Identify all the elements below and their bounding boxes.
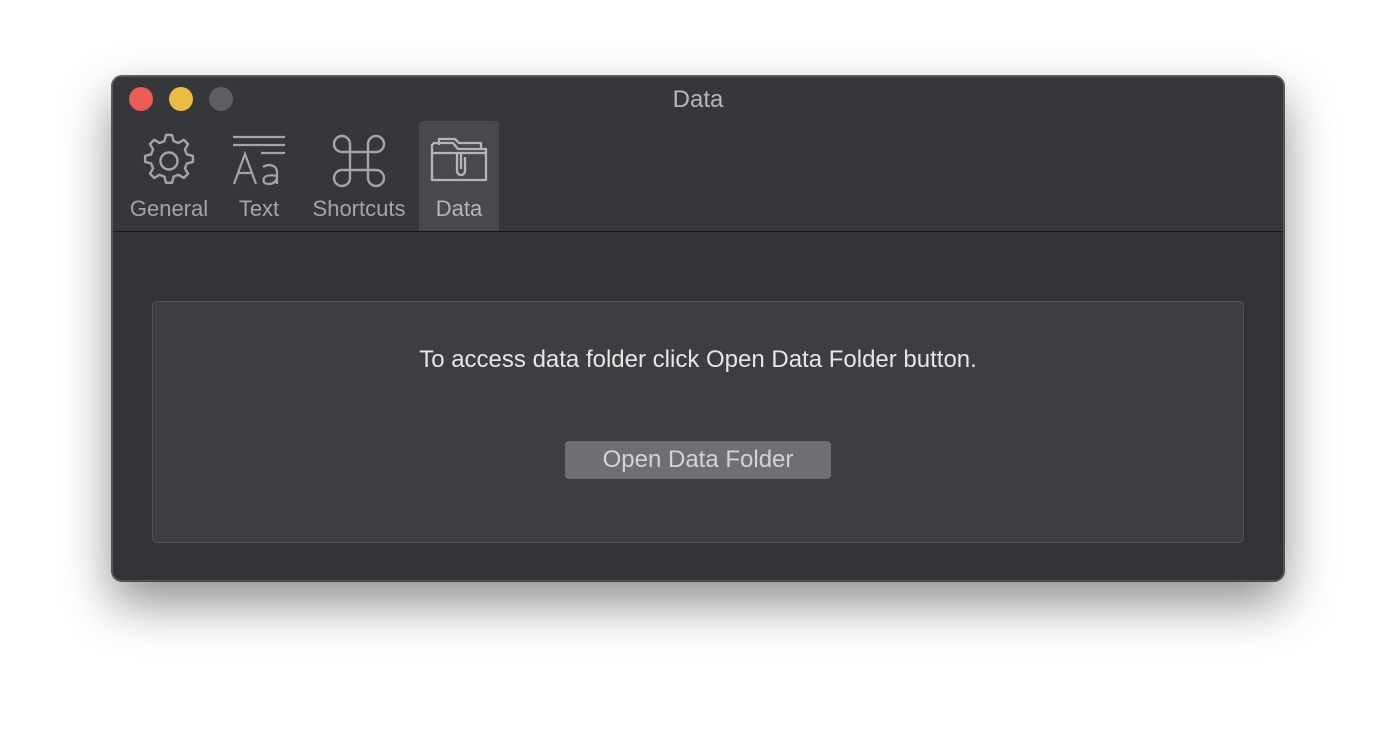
tab-text-label: Text [238, 196, 280, 221]
instruction-text: To access data folder click Open Data Fo… [419, 346, 977, 373]
open-data-folder-button[interactable]: Open Data Folder [565, 441, 831, 479]
data-panel: To access data folder click Open Data Fo… [152, 301, 1244, 543]
window-title: Data [672, 86, 724, 113]
text-format-icon [232, 135, 285, 186]
tab-shortcuts-label: Shortcuts [312, 196, 406, 221]
command-icon [332, 134, 386, 188]
tab-shortcuts[interactable]: Shortcuts [307, 121, 411, 231]
preferences-window: Data General Text Shortcuts Data To acce… [112, 76, 1284, 581]
toolbar: Data General Text Shortcuts Data [113, 77, 1283, 232]
tab-data[interactable]: Data [419, 121, 499, 231]
folder-icon [430, 137, 488, 182]
tab-general[interactable]: General [127, 121, 211, 231]
gear-icon [143, 133, 195, 184]
tab-general-label: General [129, 196, 209, 221]
tab-text[interactable]: Text [221, 121, 297, 231]
tab-data-label: Data [435, 196, 483, 221]
